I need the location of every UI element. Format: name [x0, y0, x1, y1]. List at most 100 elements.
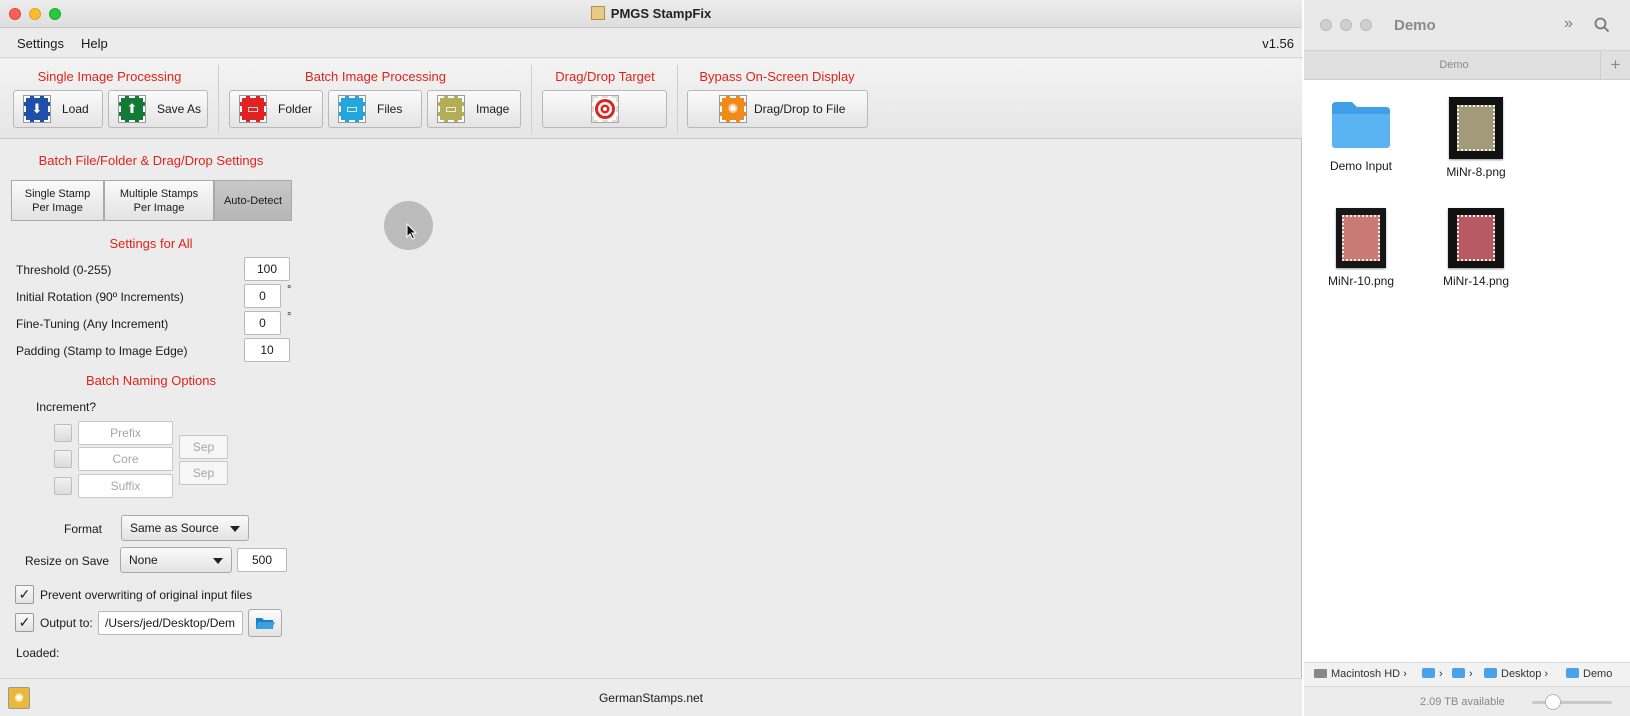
open-folder-icon — [256, 618, 275, 629]
batch-folder-button[interactable]: ▭ Folder — [229, 90, 323, 128]
folder-blue-icon: ▭ — [338, 95, 366, 123]
resize-select[interactable]: None — [120, 547, 232, 573]
settings-for-all-title: Settings for All — [109, 236, 193, 251]
resize-on-save-label: Resize on Save — [25, 554, 110, 568]
load-icon: ⬇ — [23, 95, 51, 123]
browse-output-folder-button[interactable] — [248, 609, 282, 637]
mode-auto-detect-label: Auto-Detect — [223, 194, 283, 207]
path-segment-label: Desktop — [1501, 668, 1542, 680]
title-bar: PMGS StampFix — [0, 0, 1302, 28]
finder-window: Demo » Demo + Demo Input MiNr-8.png MiNr… — [1304, 0, 1630, 716]
load-button[interactable]: ⬇ Load — [13, 90, 103, 128]
finder-item-minr-14[interactable]: MiNr-14.png — [1421, 208, 1531, 288]
finder-item-demo-input[interactable]: Demo Input — [1306, 98, 1416, 173]
path-segment-label: Macintosh HD — [1331, 668, 1401, 680]
stamp-thumbnail-icon — [1336, 208, 1386, 268]
increment-suffix-checkbox[interactable] — [54, 477, 72, 495]
menu-help[interactable]: Help — [81, 36, 108, 51]
app-icon — [590, 6, 605, 20]
batch-image-button[interactable]: ▭ Image — [427, 90, 521, 128]
finder-item-label: Demo Input — [1329, 159, 1393, 173]
folder-icon — [1566, 668, 1579, 678]
path-demo[interactable]: Demo — [1566, 668, 1612, 680]
loaded-label: Loaded: — [16, 646, 60, 660]
mode-auto-detect-button[interactable]: Auto-Detect — [214, 180, 292, 221]
initial-rotation-unit: ° — [287, 284, 292, 296]
initial-rotation-label: Initial Rotation (90º Increments) — [16, 290, 184, 304]
prevent-overwrite-checkbox[interactable]: ✓ — [15, 585, 34, 604]
image-label: Image — [476, 102, 510, 116]
mode-single-line1: Single Stamp — [24, 187, 91, 200]
hard-drive-icon — [1314, 669, 1327, 678]
folder-icon — [1422, 668, 1435, 678]
finder-item-minr-10[interactable]: MiNr-10.png — [1306, 208, 1416, 288]
finder-minimize-button[interactable] — [1340, 19, 1352, 31]
toolbar-divider — [218, 65, 219, 133]
increment-core-checkbox[interactable] — [54, 450, 72, 468]
disk-available-label: 2.09 TB available — [1420, 696, 1505, 708]
path-macintosh-hd[interactable]: Macintosh HD › — [1314, 668, 1407, 680]
increment-prefix-checkbox[interactable] — [54, 424, 72, 442]
separator-1-input[interactable]: Sep — [179, 435, 228, 459]
new-tab-plus-icon[interactable]: + — [1600, 51, 1630, 80]
output-path-input[interactable]: /Users/jed/Desktop/Dem — [98, 611, 243, 635]
finder-item-label: MiNr-10.png — [1327, 274, 1395, 288]
output-to-checkbox[interactable]: ✓ — [15, 613, 34, 632]
fine-tuning-label: Fine-Tuning (Any Increment) — [16, 317, 169, 331]
menu-settings[interactable]: Settings — [17, 36, 64, 51]
mouse-pointer-icon — [406, 223, 418, 240]
prefix-input[interactable]: Prefix — [78, 421, 173, 445]
initial-rotation-input[interactable]: 0 — [244, 284, 281, 308]
separator-2-input[interactable]: Sep — [179, 461, 228, 485]
padding-label: Padding (Stamp to Image Edge) — [16, 344, 188, 358]
search-icon[interactable] — [1594, 17, 1610, 33]
fine-tuning-unit: ° — [287, 311, 292, 323]
fine-tuning-input[interactable]: 0 — [244, 311, 281, 335]
format-label: Format — [64, 522, 103, 536]
threshold-input[interactable]: 100 — [244, 257, 290, 281]
folder-olive-icon: ▭ — [437, 95, 465, 123]
stamp-orange-icon: ✺ — [719, 95, 747, 123]
toolbar-divider — [531, 65, 532, 133]
status-site-link[interactable]: GermanStamps.net — [0, 691, 1302, 705]
files-label: Files — [377, 102, 403, 116]
core-input[interactable]: Core — [78, 447, 173, 471]
finder-tab-demo[interactable]: Demo — [1304, 59, 1604, 71]
path-user-folder[interactable]: › — [1422, 668, 1443, 680]
finder-item-label: MiNr-8.png — [1446, 165, 1506, 179]
mode-single-line2: Per Image — [32, 201, 83, 214]
finder-item-label: MiNr-14.png — [1442, 274, 1510, 288]
finder-zoom-button[interactable] — [1360, 19, 1372, 31]
finder-item-minr-8[interactable]: MiNr-8.png — [1421, 97, 1531, 179]
chevron-down-icon — [213, 558, 223, 564]
save-as-button[interactable]: ⬆ Save As — [108, 90, 208, 128]
folder-red-icon: ▭ — [239, 95, 267, 123]
icon-size-slider-handle[interactable] — [1545, 694, 1561, 710]
path-home-folder[interactable]: › — [1452, 668, 1473, 680]
batch-settings-title: Batch File/Folder & Drag/Drop Settings — [38, 153, 264, 168]
finder-close-button[interactable] — [1320, 19, 1332, 31]
mode-single-stamp-button[interactable]: Single Stamp Per Image — [11, 180, 104, 221]
more-toolbar-icon[interactable]: » — [1564, 15, 1573, 33]
target-icon — [590, 95, 619, 123]
padding-input[interactable]: 10 — [244, 338, 290, 362]
folder-icon — [1484, 668, 1497, 678]
menu-bar: Settings Help v1.56 — [0, 28, 1302, 58]
save-icon: ⬆ — [118, 95, 146, 123]
suffix-input[interactable]: Suffix — [78, 474, 173, 498]
stamp-thumbnail-icon — [1449, 97, 1503, 159]
drag-drop-target-button[interactable] — [542, 90, 667, 128]
window-title: PMGS StampFix — [0, 6, 1302, 21]
drag-drop-to-file-button[interactable]: ✺ Drag/Drop to File — [687, 90, 868, 128]
status-bar: ✺ GermanStamps.net — [0, 678, 1302, 716]
path-desktop[interactable]: Desktop › — [1484, 668, 1548, 680]
folder-icon — [1452, 668, 1465, 678]
batch-files-button[interactable]: ▭ Files — [328, 90, 422, 128]
resize-size-input[interactable]: 500 — [237, 548, 287, 572]
window-title-text: PMGS StampFix — [610, 6, 712, 21]
format-select[interactable]: Same as Source — [121, 515, 249, 541]
mode-multiple-line2: Per Image — [133, 201, 185, 214]
format-select-value: Same as Source — [130, 521, 219, 535]
mode-multiple-stamps-button[interactable]: Multiple Stamps Per Image — [104, 180, 214, 221]
icon-size-slider[interactable] — [1532, 701, 1612, 704]
